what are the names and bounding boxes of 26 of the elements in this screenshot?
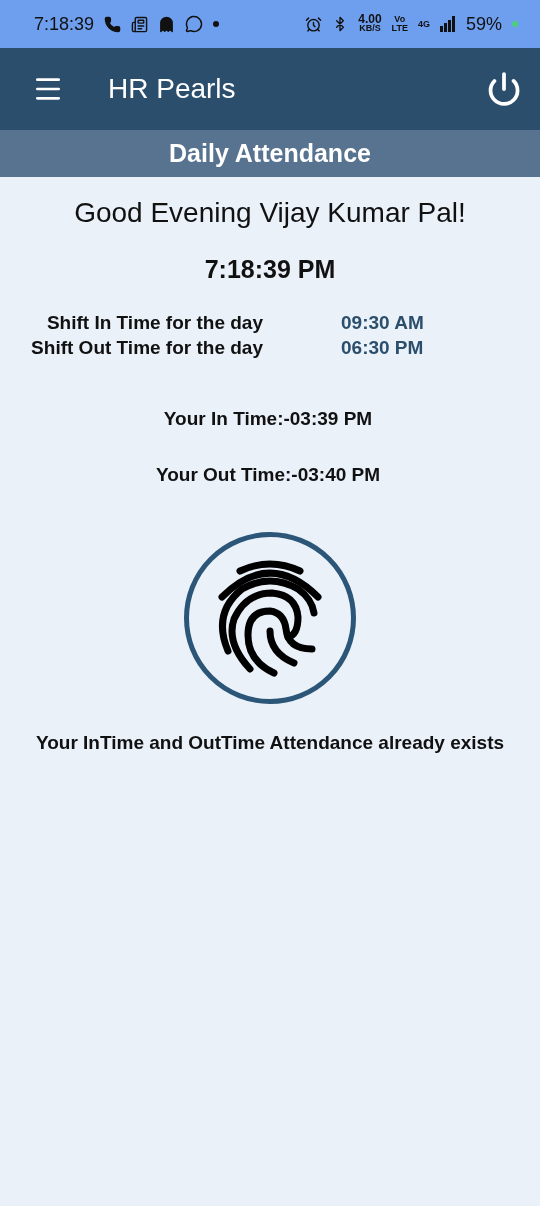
- news-icon: [131, 15, 149, 33]
- shift-time: 06:30 PM: [341, 336, 425, 360]
- ghost-icon: [158, 15, 176, 33]
- power-button[interactable]: [486, 71, 522, 107]
- fingerprint-button[interactable]: [184, 532, 356, 704]
- notification-dot: [213, 21, 220, 27]
- alarm-icon: [305, 15, 323, 33]
- chat-icon: [185, 15, 204, 33]
- greeting-text: Good Evening Vijay Kumar Pal!: [74, 197, 466, 229]
- shift-label: Shift In Time for the day: [45, 311, 263, 335]
- shift-time: 09:30 AM: [341, 311, 425, 335]
- signal-icon: [439, 16, 456, 32]
- app-title: HR Pearls: [108, 73, 237, 105]
- network-type: 4G: [417, 19, 430, 29]
- phone-icon: [104, 15, 122, 33]
- data-speed: 4.00 KB/S: [358, 15, 382, 33]
- clock-text: 7:18:39 PM: [204, 255, 336, 284]
- punch-time: Your In Time:-03:39 PM: [163, 408, 373, 430]
- status-message: Your InTime and OutTime Attendance already exists: [35, 732, 505, 754]
- shift-label: Shift Out Time for the day: [30, 336, 263, 360]
- status-time: 7:18:39: [34, 13, 95, 35]
- volte-label: Vo LTE: [391, 15, 408, 33]
- punch-time: Your Out Time:-03:40 PM: [155, 464, 381, 486]
- page-title: Daily Attendance: [169, 139, 371, 168]
- battery-dot: [512, 21, 518, 27]
- battery-level: 59%: [465, 13, 502, 35]
